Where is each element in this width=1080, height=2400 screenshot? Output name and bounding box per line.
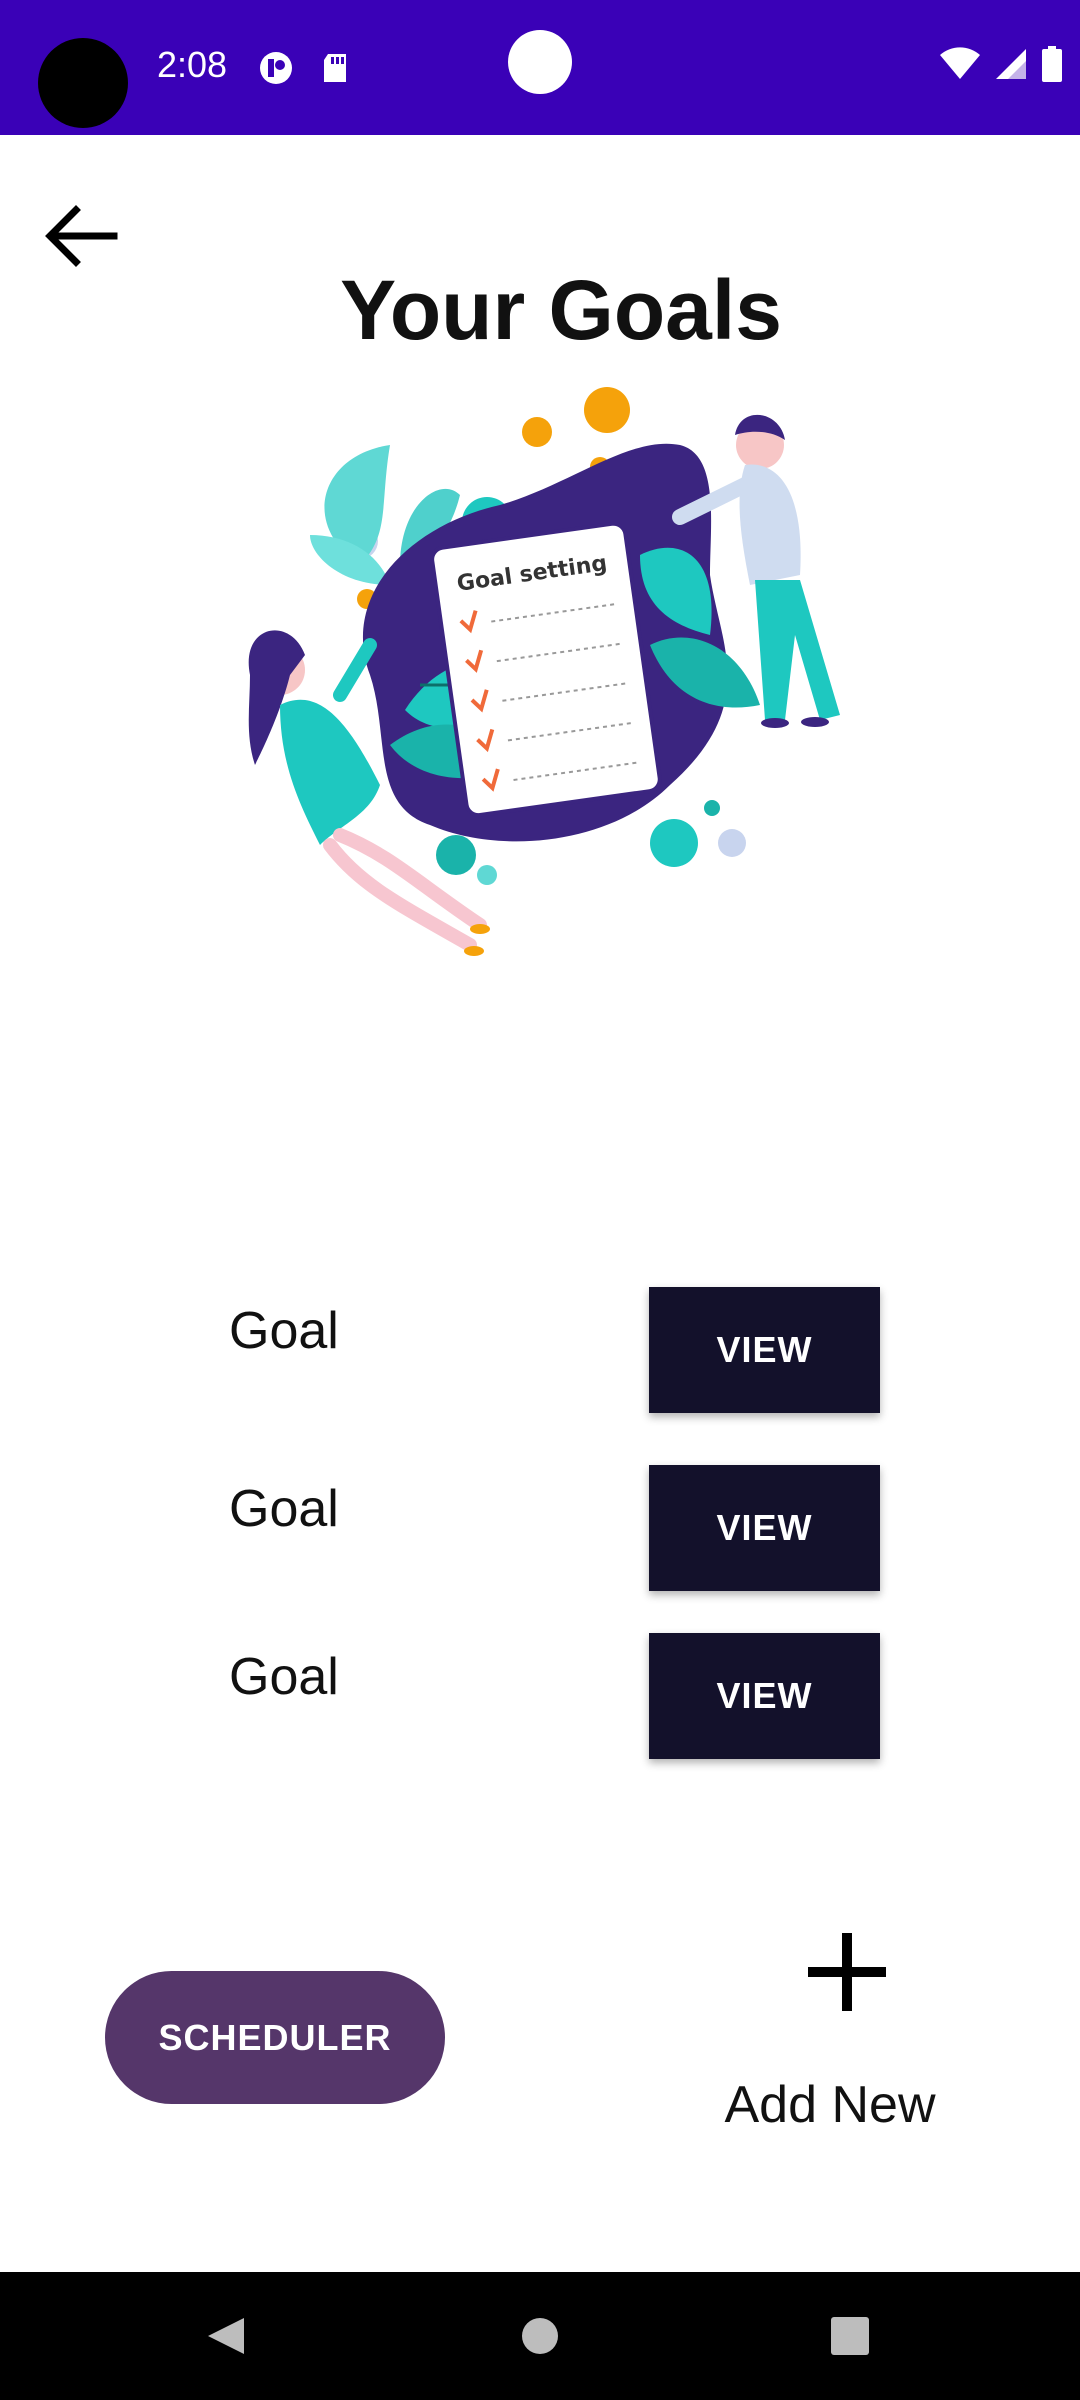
camera-hole [38, 38, 128, 128]
goal-row: Goal VIEW [0, 1465, 1080, 1591]
goal-setting-illustration: Goal setting [248, 387, 840, 956]
wifi-icon [940, 47, 980, 79]
goal-label: Goal [229, 1302, 339, 1360]
app-notification-icon [260, 52, 292, 84]
status-center-dot [508, 30, 572, 94]
status-time: 2:08 [157, 44, 228, 85]
goal-label: Goal [229, 1648, 339, 1706]
goal-row: Goal VIEW [0, 1633, 1080, 1759]
status-bar: 2:08 [0, 0, 1080, 135]
signal-icon [996, 49, 1026, 79]
scheduler-button[interactable]: SCHEDULER [105, 1971, 445, 2104]
goal-label: Goal [229, 1480, 339, 1538]
view-goal-button[interactable]: VIEW [649, 1633, 880, 1759]
add-new-button[interactable]: Add New [700, 1905, 960, 2145]
goal-row: Goal VIEW [0, 1287, 1080, 1413]
battery-icon [1042, 46, 1062, 82]
add-new-label: Add New [724, 2076, 936, 2134]
arrow-left-icon [45, 205, 118, 267]
plus-icon[interactable] [808, 1933, 886, 2011]
view-goal-button[interactable]: VIEW [649, 1465, 880, 1591]
back-triangle-icon [208, 2318, 244, 2354]
nav-home-button[interactable] [512, 2308, 568, 2364]
navigation-bar [0, 2272, 1080, 2400]
sd-card-icon [324, 54, 346, 82]
nav-recents-button[interactable] [822, 2308, 878, 2364]
page-title: Your Goals [340, 263, 782, 357]
home-circle-icon [522, 2318, 558, 2354]
nav-back-button[interactable] [198, 2308, 254, 2364]
view-goal-button[interactable]: VIEW [649, 1287, 880, 1413]
recents-square-icon [831, 2317, 869, 2355]
